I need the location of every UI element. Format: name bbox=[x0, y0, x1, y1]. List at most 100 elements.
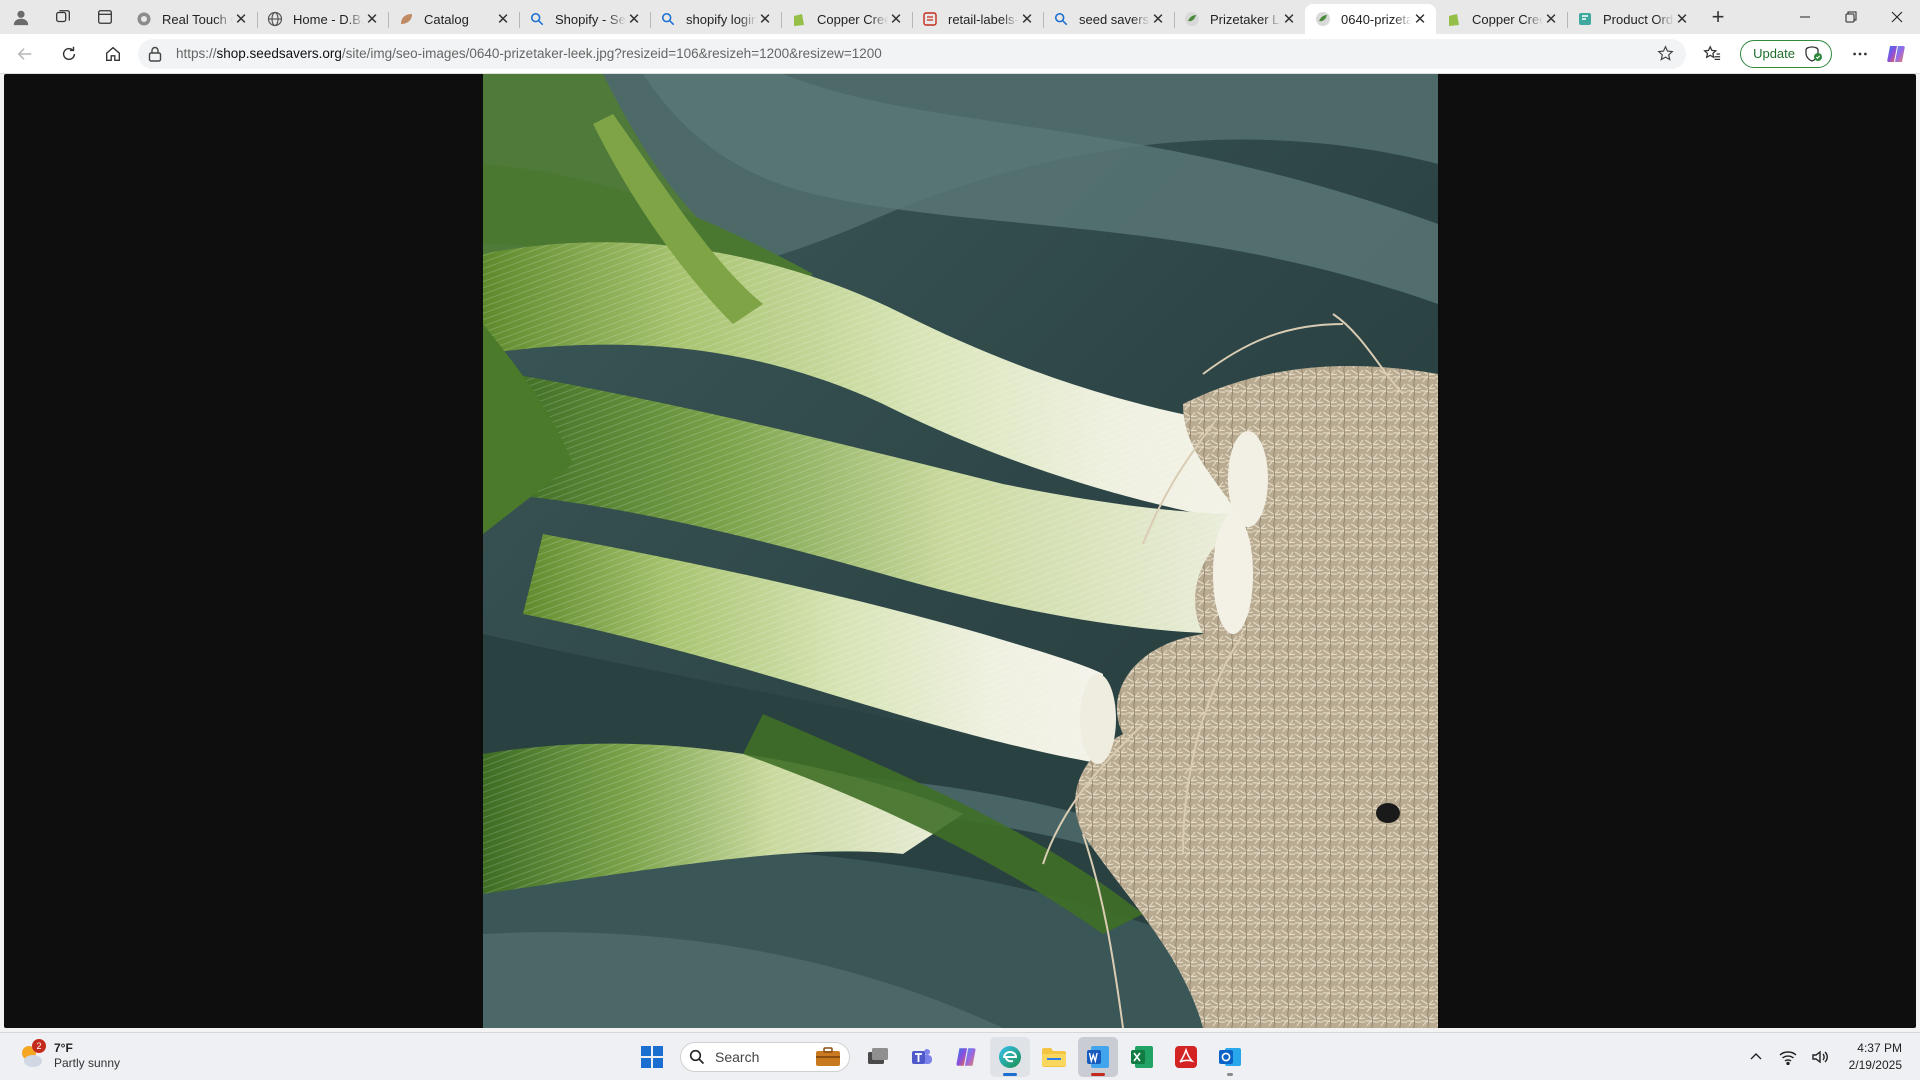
excel-app[interactable] bbox=[1122, 1037, 1162, 1077]
shopify-icon bbox=[1446, 11, 1462, 27]
edge-app[interactable] bbox=[990, 1037, 1030, 1077]
close-tab-icon[interactable]: ✕ bbox=[1543, 11, 1559, 28]
refresh-button[interactable] bbox=[50, 38, 88, 70]
copilot-icon bbox=[956, 1048, 976, 1066]
close-tab-icon[interactable]: ✕ bbox=[364, 11, 380, 28]
tab-real-touch[interactable]: Real Touch C ✕ bbox=[126, 4, 257, 34]
tab-home-db[interactable]: Home - D.B. ✕ bbox=[257, 4, 388, 34]
task-view-button[interactable] bbox=[858, 1037, 898, 1077]
arrow-left-icon bbox=[17, 47, 32, 60]
teams-app[interactable] bbox=[902, 1037, 942, 1077]
url-text[interactable]: https://shop.seedsavers.org/site/img/seo… bbox=[176, 46, 1654, 61]
tab-title: Product Orde bbox=[1603, 11, 1674, 27]
tab-seed-savers-search[interactable]: seed savers e ✕ bbox=[1043, 4, 1174, 34]
close-tab-icon[interactable]: ✕ bbox=[233, 11, 249, 28]
acrobat-icon bbox=[1175, 1046, 1197, 1068]
tab-shopify-search[interactable]: Shopify - Sea ✕ bbox=[519, 4, 650, 34]
volume-icon[interactable] bbox=[1811, 1048, 1829, 1066]
restore-button[interactable] bbox=[1828, 0, 1874, 34]
restore-icon bbox=[1845, 11, 1857, 23]
tab-title: Real Touch C bbox=[162, 11, 233, 27]
close-tab-icon[interactable]: ✕ bbox=[495, 11, 511, 28]
plus-icon: + bbox=[1711, 4, 1725, 29]
update-button[interactable]: Update bbox=[1740, 39, 1832, 68]
edge-icon bbox=[999, 1046, 1021, 1068]
close-tab-icon[interactable]: ✕ bbox=[1019, 11, 1035, 28]
close-window-button[interactable] bbox=[1874, 0, 1920, 34]
minimize-button[interactable] bbox=[1782, 0, 1828, 34]
leaf-icon bbox=[398, 11, 414, 27]
new-tab-button[interactable]: + bbox=[1698, 0, 1738, 34]
tab-copper-creek-1[interactable]: Copper Creek ✕ bbox=[781, 4, 912, 34]
close-tab-icon[interactable]: ✕ bbox=[626, 11, 642, 28]
weather-temperature: 7°F bbox=[54, 1041, 73, 1055]
address-bar[interactable]: https://shop.seedsavers.org/site/img/seo… bbox=[138, 38, 1687, 69]
weather-badge: 2 bbox=[32, 1039, 46, 1053]
globe-icon bbox=[267, 11, 283, 27]
outlook-icon bbox=[1219, 1048, 1241, 1066]
tab-title: 0640-prizetak bbox=[1341, 11, 1412, 27]
outlook-app[interactable] bbox=[1210, 1037, 1250, 1077]
leek-photo-illustration bbox=[483, 74, 1438, 1028]
tab-0640-prizetaker-active[interactable]: 0640-prizetak ✕ bbox=[1305, 4, 1436, 34]
running-indicator bbox=[1227, 1073, 1233, 1076]
close-icon bbox=[1891, 11, 1903, 23]
tab-strip: Real Touch C ✕ Home - D.B. ✕ Catalog ✕ S… bbox=[0, 0, 1920, 34]
browser-toolbar: https://shop.seedsavers.org/site/img/seo… bbox=[0, 34, 1920, 74]
system-tray: 4:37 PM 2/19/2025 bbox=[1747, 1037, 1902, 1077]
system-clock[interactable]: 4:37 PM 2/19/2025 bbox=[1849, 1040, 1902, 1074]
teams-icon bbox=[912, 1049, 932, 1064]
tab-title: Copper Creek bbox=[817, 11, 888, 27]
settings-more-button[interactable] bbox=[1842, 38, 1878, 70]
taskbar-search[interactable]: Search bbox=[680, 1042, 850, 1072]
seed-savers-icon bbox=[1184, 11, 1200, 27]
close-tab-icon[interactable]: ✕ bbox=[888, 11, 904, 28]
tab-product-order[interactable]: Product Orde ✕ bbox=[1567, 4, 1698, 34]
word-app[interactable] bbox=[1078, 1037, 1118, 1077]
favorite-star-icon[interactable] bbox=[1654, 43, 1676, 65]
close-tab-icon[interactable]: ✕ bbox=[1281, 11, 1297, 28]
url-scheme: https:// bbox=[176, 46, 217, 61]
image-viewer-content bbox=[4, 74, 1916, 1028]
tab-title: retail-labels- bbox=[948, 11, 1019, 27]
weather-widget[interactable]: 2 7°F Partly sunny bbox=[18, 1039, 121, 1071]
clock-date: 2/19/2025 bbox=[1848, 1058, 1902, 1072]
word-icon bbox=[1087, 1046, 1109, 1068]
tab-prizetaker-leek[interactable]: Prizetaker Lee ✕ bbox=[1174, 4, 1305, 34]
tab-catalog[interactable]: Catalog ✕ bbox=[388, 4, 519, 34]
leek-photo[interactable] bbox=[483, 74, 1438, 1028]
partly-sunny-icon: 2 bbox=[18, 1039, 46, 1070]
favorites-button[interactable] bbox=[1694, 38, 1730, 70]
profile-button[interactable] bbox=[0, 0, 42, 34]
home-button[interactable] bbox=[94, 38, 132, 70]
folder-icon bbox=[1042, 1048, 1066, 1067]
shopify-icon bbox=[791, 11, 807, 27]
tab-actions-button[interactable] bbox=[84, 0, 126, 34]
pdf-icon bbox=[922, 11, 938, 27]
close-tab-icon[interactable]: ✕ bbox=[1150, 11, 1166, 28]
lock-icon[interactable] bbox=[148, 46, 164, 62]
start-button[interactable] bbox=[632, 1037, 672, 1077]
tab-title: Catalog bbox=[424, 11, 469, 27]
task-view-icon bbox=[868, 1048, 888, 1064]
acrobat-app[interactable] bbox=[1166, 1037, 1206, 1077]
chevron-up-icon[interactable] bbox=[1747, 1048, 1765, 1066]
back-button[interactable] bbox=[6, 38, 44, 70]
close-tab-icon[interactable]: ✕ bbox=[757, 11, 773, 28]
windows-taskbar: 2 7°F Partly sunny Search 4:37 PM 2/19/2… bbox=[0, 1032, 1920, 1080]
url-host: shop.seedsavers.org bbox=[216, 46, 342, 61]
workspaces-button[interactable] bbox=[42, 0, 84, 34]
weather-description: Partly sunny bbox=[54, 1056, 121, 1070]
taskbar-apps: Search bbox=[632, 1037, 1250, 1077]
windows-logo-icon bbox=[641, 1046, 663, 1068]
close-tab-icon[interactable]: ✕ bbox=[1412, 11, 1428, 28]
file-explorer-app[interactable] bbox=[1034, 1037, 1074, 1077]
wifi-icon[interactable] bbox=[1779, 1048, 1797, 1066]
close-tab-icon[interactable]: ✕ bbox=[1674, 11, 1690, 28]
tab-retail-labels[interactable]: retail-labels- ✕ bbox=[912, 4, 1043, 34]
search-icon bbox=[660, 11, 676, 27]
tab-shopify-login[interactable]: shopify login ✕ bbox=[650, 4, 781, 34]
tab-copper-creek-2[interactable]: Copper Creek ✕ bbox=[1436, 4, 1567, 34]
copilot-button[interactable] bbox=[1878, 38, 1914, 70]
copilot-app[interactable] bbox=[946, 1037, 986, 1077]
